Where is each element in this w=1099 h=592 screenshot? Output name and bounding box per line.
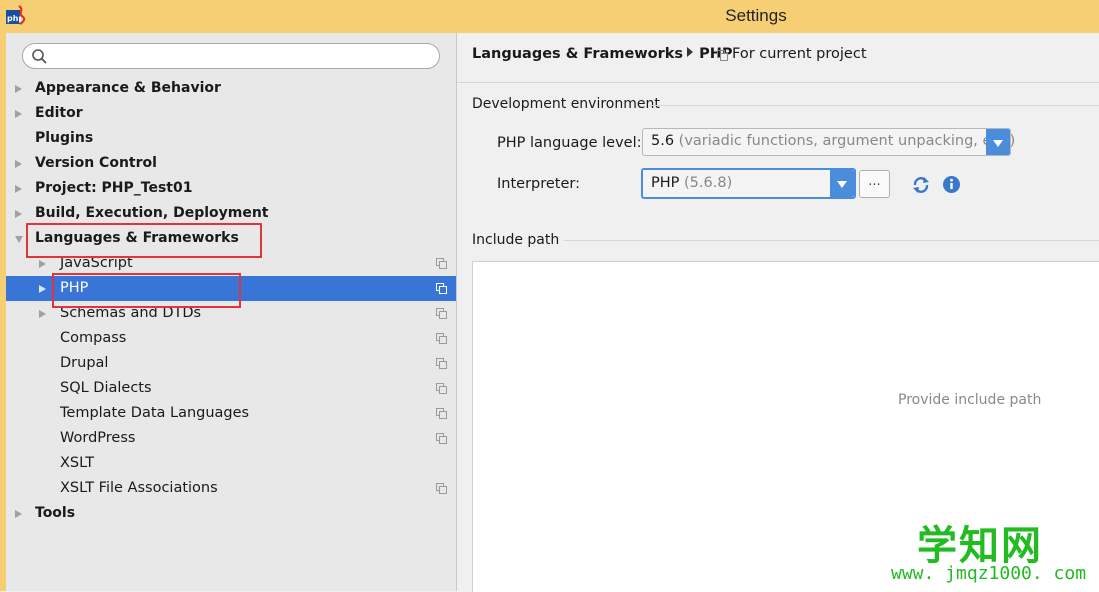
tree-item[interactable]: XSLT <box>6 451 456 476</box>
settings-sidebar: Appearance & Behavior Editor Plugins Versio… <box>6 33 457 591</box>
highlight-php <box>52 273 241 308</box>
info-icon[interactable] <box>942 175 961 194</box>
tree-item-label: XSLT File Associations <box>60 480 218 496</box>
tree-item-label: Template Data Languages <box>60 405 250 421</box>
search-icon <box>32 49 47 64</box>
interpreter-version: (5.6.8) <box>684 175 733 191</box>
tree-item-label: XSLT <box>60 455 95 471</box>
tree-item-label: WordPress <box>60 430 136 446</box>
tree-item[interactable]: Drupal <box>6 351 456 376</box>
search-input[interactable] <box>22 43 440 69</box>
language-level-label: PHP language level: <box>497 135 642 151</box>
tree-item[interactable]: Appearance & Behavior <box>6 76 456 101</box>
chevron-right-icon[interactable] <box>39 285 46 293</box>
tree-item-label: Appearance & Behavior <box>35 80 221 96</box>
project-scope-icon <box>436 283 447 294</box>
project-scope-label: For current project <box>732 46 867 62</box>
breadcrumb: Languages & Frameworks PHP <box>472 46 732 62</box>
interpreter-select[interactable]: PHP (5.6.8) <box>641 168 856 199</box>
project-scope-icon <box>717 50 728 61</box>
chevron-down-icon[interactable] <box>830 170 854 197</box>
chevron-right-icon[interactable] <box>39 310 46 318</box>
tree-item[interactable]: WordPress <box>6 426 456 451</box>
watermark-url: www. jmqz1000. com <box>891 563 1087 584</box>
language-level-hint: (variadic functions, argument unpacking,… <box>678 133 1016 149</box>
window-title: Settings <box>725 6 787 25</box>
interpreter-label: Interpreter: <box>497 176 580 192</box>
header-divider <box>457 82 1099 83</box>
language-level-select[interactable]: 5.6 (variadic functions, argument unpack… <box>642 128 1015 156</box>
tree-item[interactable]: XSLT File Associations <box>6 476 456 501</box>
chevron-right-icon[interactable] <box>15 160 22 168</box>
tree-item[interactable]: Editor <box>6 101 456 126</box>
chevron-right-icon[interactable] <box>15 85 22 93</box>
tree-item-label: Tools <box>35 505 76 521</box>
tree-item[interactable]: Tools <box>6 501 456 526</box>
tree-item[interactable]: Template Data Languages <box>6 401 456 426</box>
chevron-down-icon[interactable] <box>986 129 1010 155</box>
dev-env-divider <box>649 105 1099 106</box>
project-scope-icon <box>436 483 447 494</box>
project-scope-icon <box>436 433 447 444</box>
title-bar: php Settings <box>0 0 1099 31</box>
include-path-divider <box>564 240 1099 241</box>
project-scope-icon <box>436 258 447 269</box>
tree-item[interactable]: Compass <box>6 326 456 351</box>
project-scope-icon <box>436 308 447 319</box>
tree-item-label: Project: PHP_Test01 <box>35 180 193 196</box>
breadcrumb-parent[interactable]: Languages & Frameworks <box>472 46 683 62</box>
dev-env-heading: Development environment <box>472 96 660 112</box>
tree-item[interactable]: SQL Dialects <box>6 376 456 401</box>
chevron-right-icon[interactable] <box>15 185 22 193</box>
chevron-down-icon[interactable] <box>15 236 23 243</box>
interpreter-value: PHP <box>651 175 680 191</box>
settings-content: Languages & Frameworks PHP For current pr… <box>457 33 1099 592</box>
project-scope-icon <box>436 358 447 369</box>
chevron-right-icon[interactable] <box>15 110 22 118</box>
highlight-languages-frameworks <box>26 223 262 258</box>
tree-item-label: Drupal <box>60 355 109 371</box>
breadcrumb-separator-icon <box>687 47 694 57</box>
tree-item[interactable]: Project: PHP_Test01 <box>6 176 456 201</box>
project-scope-icon <box>436 333 447 344</box>
tree-item-label: SQL Dialects <box>60 380 152 396</box>
tree-item[interactable]: Version Control <box>6 151 456 176</box>
project-scope-icon <box>436 408 447 419</box>
interpreter-more-button[interactable]: ... <box>859 170 890 198</box>
chevron-right-icon[interactable] <box>15 510 22 518</box>
chevron-right-icon[interactable] <box>15 210 22 218</box>
tree-item-label: Editor <box>35 105 83 121</box>
project-scope-icon <box>436 383 447 394</box>
tree-item[interactable]: Plugins <box>6 126 456 151</box>
tree-item-label: Compass <box>60 330 127 346</box>
language-level-value: 5.6 <box>651 133 675 149</box>
tree-item-label: Version Control <box>35 155 157 171</box>
include-path-empty-text[interactable]: Provide include path <box>898 392 1041 408</box>
tree-item-label: Plugins <box>35 130 94 146</box>
chevron-right-icon[interactable] <box>39 260 46 268</box>
include-path-heading: Include path <box>472 232 560 248</box>
reload-icon[interactable] <box>911 175 931 195</box>
